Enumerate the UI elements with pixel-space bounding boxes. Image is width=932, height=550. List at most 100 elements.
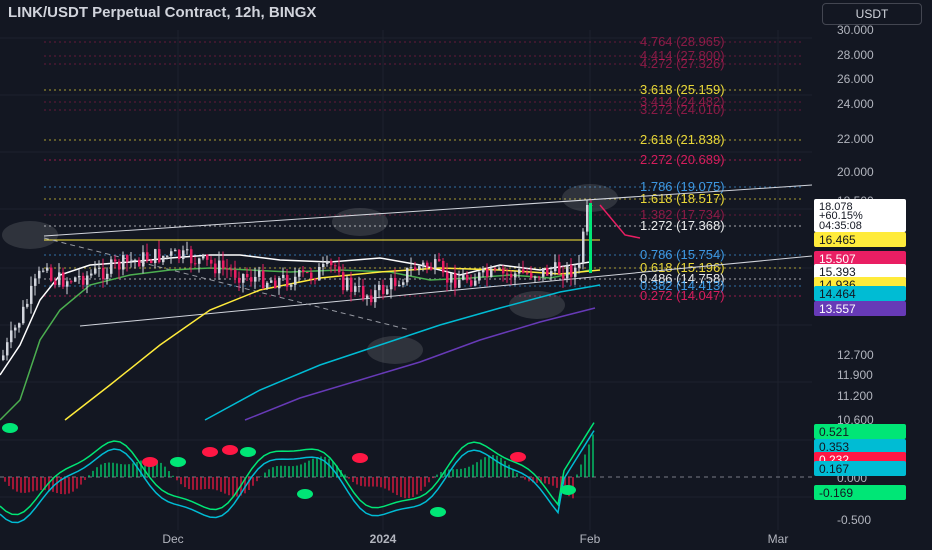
- candle-body: [382, 284, 385, 295]
- histogram-bar: [504, 460, 506, 477]
- candle-body: [142, 252, 145, 267]
- histogram-bar: [20, 477, 22, 493]
- candle-body: [338, 266, 341, 273]
- candle-body: [274, 280, 277, 289]
- ema-yellow-line: [64, 267, 601, 421]
- cross-signal-dot: [2, 423, 18, 433]
- histogram-bar: [288, 466, 290, 477]
- candle-body: [226, 268, 229, 270]
- price-chart[interactable]: 4.764 (28.965)4.414 (27.800)4.272 (27.32…: [0, 0, 932, 550]
- cross-signal-dot: [430, 507, 446, 517]
- candle-body: [90, 273, 93, 276]
- cross-signal-dot: [142, 457, 158, 467]
- candle-body: [418, 266, 421, 271]
- price-tick-label: 11.900: [837, 368, 873, 382]
- candle-body: [422, 262, 425, 267]
- candle-body: [294, 276, 297, 285]
- histogram-bar: [544, 477, 546, 484]
- candle-body: [18, 323, 21, 328]
- histogram-bar: [464, 468, 466, 477]
- histogram-bar: [580, 464, 582, 477]
- histogram-bar: [400, 477, 402, 498]
- candle-body: [358, 285, 361, 287]
- candle-body: [466, 274, 469, 281]
- histogram-bar: [556, 477, 558, 488]
- histogram-bar: [216, 477, 218, 491]
- candle-body: [42, 270, 45, 272]
- histogram-bar: [272, 467, 274, 477]
- candle-body: [498, 268, 501, 270]
- oscillator-tick-label: -0.500: [837, 513, 871, 527]
- price-tag: 14.464: [819, 287, 856, 301]
- histogram-bar: [516, 473, 518, 477]
- candle-body: [154, 249, 157, 264]
- candle-body: [22, 306, 25, 324]
- histogram-bar: [372, 477, 374, 487]
- candle-body: [534, 276, 537, 278]
- histogram-bar: [324, 456, 326, 477]
- candle-body: [202, 254, 205, 259]
- histogram-bar: [232, 477, 234, 497]
- histogram-bar: [16, 477, 18, 492]
- candle-body: [102, 267, 105, 280]
- candle-body: [58, 272, 61, 285]
- candle-body: [482, 268, 485, 273]
- candle-body: [38, 270, 41, 279]
- oscillator-tag: 0.167: [819, 462, 849, 476]
- histogram-bar: [96, 467, 98, 477]
- histogram-bar: [4, 477, 6, 482]
- histogram-bar: [368, 477, 370, 487]
- histogram-bar: [276, 466, 278, 477]
- candle-body: [74, 277, 77, 282]
- histogram-bar: [364, 477, 366, 487]
- time-axis-label: Mar: [768, 532, 789, 546]
- histogram-bar: [312, 458, 314, 477]
- candle-body: [150, 260, 153, 264]
- histogram-bar: [256, 477, 258, 482]
- price-tick-label: 30.000: [837, 23, 874, 37]
- candle-body: [522, 269, 525, 273]
- histogram-bar: [548, 477, 550, 485]
- projection-arrow: [599, 204, 641, 239]
- candle-body: [258, 270, 261, 277]
- candle-body: [490, 268, 493, 277]
- candle-body: [430, 267, 433, 270]
- price-tick-label: 28.000: [837, 48, 874, 62]
- candle-body: [582, 231, 585, 264]
- candle-body: [322, 263, 325, 268]
- currency-button[interactable]: USDT: [822, 3, 922, 25]
- candle-body: [46, 267, 49, 271]
- candle-body: [550, 271, 553, 276]
- candle-body: [410, 267, 413, 269]
- candle-body: [514, 273, 517, 278]
- fib-label: 0.272 (14.047): [640, 288, 725, 303]
- moving-averages: [0, 254, 601, 421]
- cross-signal-dot: [222, 445, 238, 455]
- candle-body: [334, 265, 337, 267]
- candle-body: [570, 265, 573, 277]
- candle-body: [298, 270, 301, 277]
- ema-green-line: [0, 267, 591, 421]
- candle-body: [578, 263, 581, 268]
- oscillator-tag: -0.169: [819, 486, 853, 500]
- candle-body: [426, 262, 429, 268]
- histogram-bar: [212, 477, 214, 490]
- histogram-bar: [28, 477, 30, 493]
- histogram-bar: [468, 466, 470, 477]
- histogram-bar: [204, 477, 206, 490]
- candle-body: [510, 274, 513, 278]
- histogram-bar: [104, 463, 106, 477]
- candle-body: [234, 269, 237, 278]
- price-tick-label: 11.200: [837, 389, 873, 403]
- candle-body: [238, 277, 241, 283]
- candle-body: [566, 265, 569, 279]
- histogram-bar: [280, 465, 282, 477]
- histogram-bar: [396, 477, 398, 496]
- oscillator-tag: 0.521: [819, 425, 849, 439]
- histogram-bar: [452, 469, 454, 477]
- histogram-bar: [552, 477, 554, 486]
- candle-body: [10, 330, 13, 343]
- histogram-bar: [432, 477, 434, 479]
- candle-body: [182, 250, 185, 260]
- candle-body: [230, 269, 233, 271]
